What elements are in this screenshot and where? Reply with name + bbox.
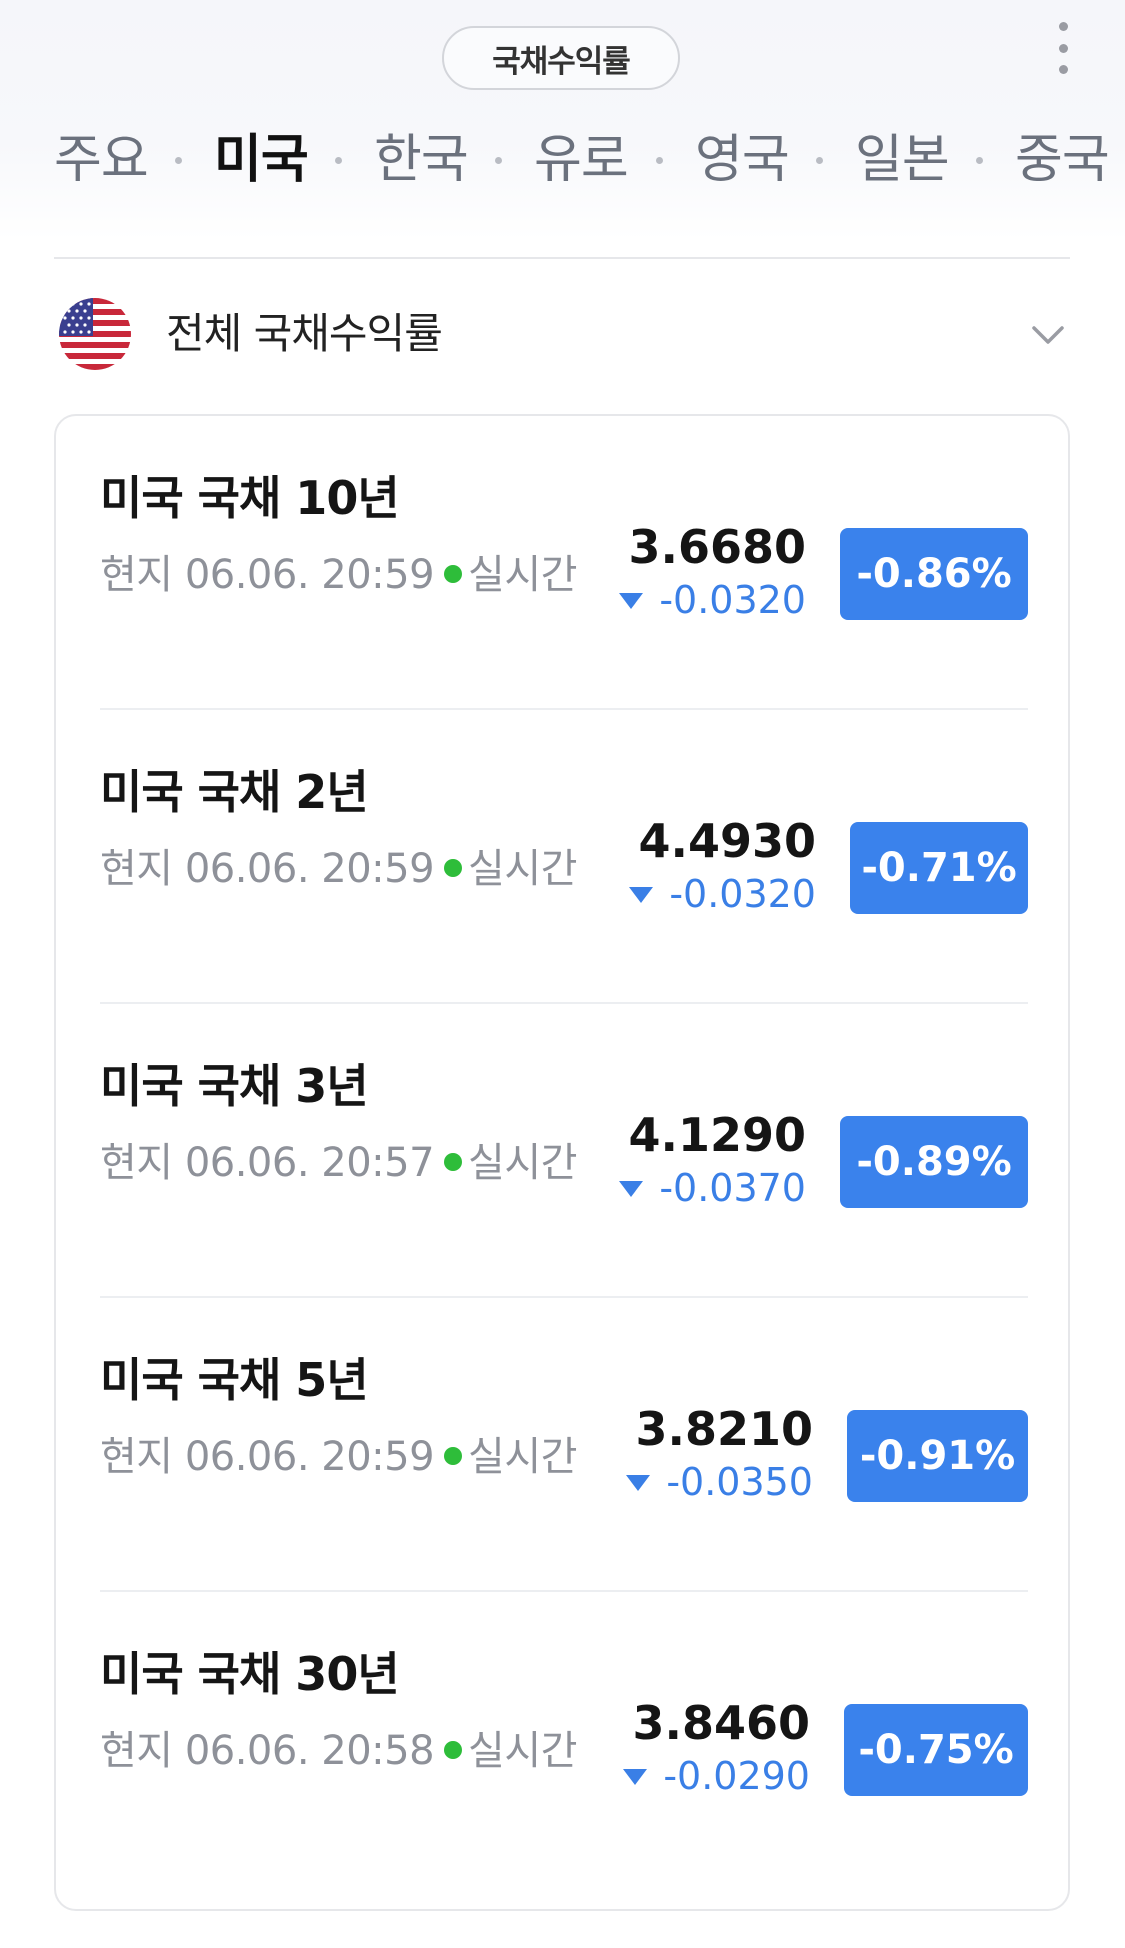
live-dot-icon [444,1153,463,1171]
tab-uk[interactable]: 영국 [695,120,790,200]
yield-list-card: 미국 국채 10년 현지 06.06. 20:59 실시간 3.6680 -0.0… [54,414,1070,1911]
header-area: 국채수익률 주요 미국 한국 유로 영국 일본 중국 [0,0,1125,240]
live-label: 실시간 [468,846,577,892]
bond-timestamp: 현지 06.06. 20:58 실시간 [100,1716,580,1786]
change-text: -0.0320 [669,872,816,916]
country-tabs: 주요 미국 한국 유로 영국 일본 중국 [0,120,1125,200]
down-arrow-icon [623,1768,648,1785]
list-item[interactable]: 미국 국채 3년 현지 06.06. 20:57 실시간 4.1290 -0.03… [100,1004,1028,1298]
list-item[interactable]: 미국 국채 2년 현지 06.06. 20:59 실시간 4.4930 -0.03… [100,710,1028,1004]
live-dot-icon [444,859,463,877]
page: 국채수익률 주요 미국 한국 유로 영국 일본 중국 전체 국채수익률 미국 국… [0,0,1125,1948]
bond-name: 미국 국채 2년 [100,765,369,819]
change-text: -0.0370 [659,1166,806,1210]
yield-value: 4.1290 [628,1108,806,1162]
change-text: -0.0290 [663,1754,810,1798]
live-label: 실시간 [468,1140,577,1186]
timestamp-text: 현지 06.06. 20:59 [100,846,435,892]
tab-separator [175,157,182,164]
list-item[interactable]: 미국 국채 5년 현지 06.06. 20:59 실시간 3.8210 -0.03… [100,1298,1028,1592]
list-item[interactable]: 미국 국채 10년 현지 06.06. 20:59 실시간 3.6680 -0.0… [100,416,1028,710]
tab-separator [976,157,983,164]
tab-euro[interactable]: 유로 [534,120,629,200]
tab-korea[interactable]: 한국 [374,120,469,200]
down-arrow-icon [629,886,654,903]
yield-change: -0.0290 [623,1754,810,1798]
tab-separator [335,157,342,164]
change-text: -0.0350 [666,1460,813,1504]
timestamp-text: 현지 06.06. 20:59 [100,552,435,598]
yield-change: -0.0320 [629,872,816,916]
yield-value: 3.8460 [632,1696,810,1750]
yield-value: 4.4930 [638,814,816,868]
rate-badge: -0.86% [840,528,1028,620]
yield-change: -0.0320 [619,578,806,622]
timestamp-text: 현지 06.06. 20:59 [100,1434,435,1480]
live-dot-icon [444,1741,463,1759]
bond-timestamp: 현지 06.06. 20:57 실시간 [100,1128,580,1198]
rate-badge: -0.75% [844,1704,1028,1796]
section-title: 전체 국채수익률 [166,309,443,358]
live-label: 실시간 [468,552,577,598]
rate-badge: -0.71% [850,822,1028,914]
timestamp-text: 현지 06.06. 20:57 [100,1140,435,1186]
bond-name: 미국 국채 10년 [100,471,400,525]
us-flag-icon [59,298,131,370]
timestamp-text: 현지 06.06. 20:58 [100,1728,435,1774]
tab-japan[interactable]: 일본 [855,120,950,200]
live-dot-icon [444,565,463,583]
yield-value: 3.8210 [635,1402,813,1456]
yield-change: -0.0370 [619,1166,806,1210]
live-dot-icon [444,1447,463,1465]
tab-major[interactable]: 주요 [54,120,149,200]
tab-usa[interactable]: 미국 [214,120,309,200]
bond-name: 미국 국채 30년 [100,1647,400,1701]
live-label: 실시간 [468,1728,577,1774]
header-divider [54,257,1070,259]
live-label: 실시간 [468,1434,577,1480]
yield-value: 3.6680 [628,520,806,574]
bond-name: 미국 국채 3년 [100,1059,369,1113]
yield-change: -0.0350 [626,1460,813,1504]
tab-china[interactable]: 중국 [1015,120,1110,200]
rate-badge: -0.91% [847,1410,1028,1502]
down-arrow-icon [619,592,644,609]
tab-separator [495,157,502,164]
bond-timestamp: 현지 06.06. 20:59 실시간 [100,540,580,610]
chevron-down-icon[interactable] [1029,316,1067,354]
down-arrow-icon [619,1180,644,1197]
rate-badge: -0.89% [840,1116,1028,1208]
section-selector[interactable]: 전체 국채수익률 [54,290,1070,380]
bond-timestamp: 현지 06.06. 20:59 실시간 [100,1422,580,1492]
bond-name: 미국 국채 5년 [100,1353,369,1407]
page-title-pill[interactable]: 국채수익률 [442,26,680,90]
bond-timestamp: 현지 06.06. 20:59 실시간 [100,834,580,904]
tab-separator [656,157,663,164]
change-text: -0.0320 [659,578,806,622]
list-item[interactable]: 미국 국채 30년 현지 06.06. 20:58 실시간 3.8460 -0.0… [100,1592,1028,1886]
down-arrow-icon [626,1474,651,1491]
more-vertical-icon[interactable] [1051,22,1075,74]
tab-separator [816,157,823,164]
